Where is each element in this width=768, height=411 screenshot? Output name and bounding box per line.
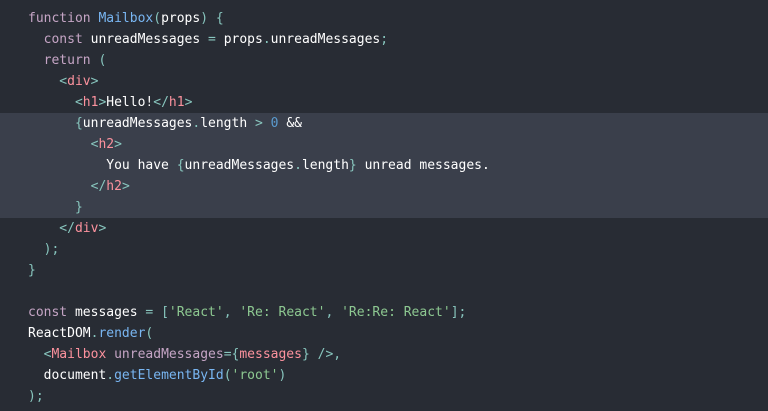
code-token: </ [153,95,169,110]
code-token: render [98,326,146,341]
code-token: unreadMessages [82,116,193,131]
code-token: ) [278,368,287,383]
highlighted-code-line[interactable]: } [0,197,768,218]
code-token: . [294,158,302,173]
code-token: document [28,368,107,383]
code-token: { [176,158,185,173]
highlighted-code-line[interactable]: {unreadMessages.length > 0 && [0,113,768,134]
code-token: ReactDOM [28,326,91,341]
code-token: < [28,347,52,362]
code-token: h1 [82,95,99,110]
code-token: ) { [200,11,224,26]
code-token: length [301,158,349,173]
code-token: unread messages. [356,158,490,173]
code-token: div [74,221,99,236]
code-token: . [106,368,115,383]
code-line[interactable]: <div> [0,71,768,92]
code-token: messages [239,347,302,362]
code-token: messages [74,305,146,320]
code-editor[interactable]: function Mailbox(props) { const unreadMe… [0,0,768,411]
code-token: ={ [223,347,240,362]
code-token: = [208,32,224,47]
code-token: ; [380,32,389,47]
highlighted-code-line[interactable]: </h2> [0,176,768,197]
code-token: const [28,305,75,320]
code-token: You have [28,158,177,173]
code-line[interactable]: const unreadMessages = props.unreadMessa… [0,29,768,50]
code-token: > [90,74,99,89]
code-line[interactable]: const messages = ['React', 'Re: React', … [0,302,768,323]
code-line[interactable] [0,281,768,302]
code-token: ); [28,242,60,257]
code-token: ]; [450,305,467,320]
code-token: props [223,32,263,47]
code-token: h1 [168,95,185,110]
code-token: div [67,74,91,89]
code-token: < [28,95,83,110]
code-line[interactable]: return ( [0,50,768,71]
code-token: } [348,158,357,173]
code-token: unreadMessages [270,32,381,47]
code-token: h2 [98,137,115,152]
code-token: ( [223,368,232,383]
code-token: Mailbox [98,11,154,26]
code-token: > [255,116,271,131]
code-line[interactable]: ); [0,386,768,407]
code-line[interactable]: } [0,260,768,281]
code-token: 'Re: React' [239,305,326,320]
code-token: } [28,200,83,215]
code-line[interactable]: <h1>Hello!</h1> [0,92,768,113]
code-token: < [28,137,99,152]
code-token: </ [28,221,75,236]
code-token: && [286,116,302,131]
code-token: < [28,74,68,89]
code-token: . [262,32,271,47]
code-token: Mailbox [51,347,115,362]
code-token: = [ [145,305,169,320]
code-token: , [325,305,342,320]
code-line[interactable]: </div> [0,218,768,239]
code-token: return [28,53,99,68]
code-token: getElementById [114,368,224,383]
code-token: function [28,11,99,26]
code-token: { [28,116,83,131]
code-token: unreadMessages [184,158,295,173]
code-token: length [200,116,255,131]
code-token: > [121,179,130,194]
code-token: > [98,221,107,236]
code-token: ( [145,326,154,341]
code-line[interactable]: function Mailbox(props) { [0,8,768,29]
code-token: 'Re:Re: React' [341,305,451,320]
code-token: 'React' [168,305,224,320]
code-token: 0 [270,116,287,131]
code-token: </ [28,179,107,194]
code-line[interactable]: document.getElementById('root') [0,365,768,386]
code-token: Hello! [106,95,154,110]
code-token: } [28,263,36,278]
code-token: h2 [106,179,122,194]
code-token: props [161,11,201,26]
code-line[interactable]: <Mailbox unreadMessages={messages} />, [0,344,768,365]
code-token: const [28,32,91,47]
code-token: > [184,95,193,110]
code-token: 'root' [231,368,279,383]
code-token: } />, [301,347,342,362]
code-token: > [114,137,122,152]
code-token: , [223,305,240,320]
code-token: unreadMessages [90,32,209,47]
highlighted-code-line[interactable]: You have {unreadMessages.length} unread … [0,155,768,176]
code-token: ( [153,11,162,26]
code-line[interactable]: ReactDOM.render( [0,323,768,344]
highlighted-code-line[interactable]: <h2> [0,134,768,155]
code-token: unreadMessages [114,347,224,362]
code-token: ( [98,53,107,68]
code-line[interactable]: ); [0,239,768,260]
code-token: ); [28,389,44,404]
